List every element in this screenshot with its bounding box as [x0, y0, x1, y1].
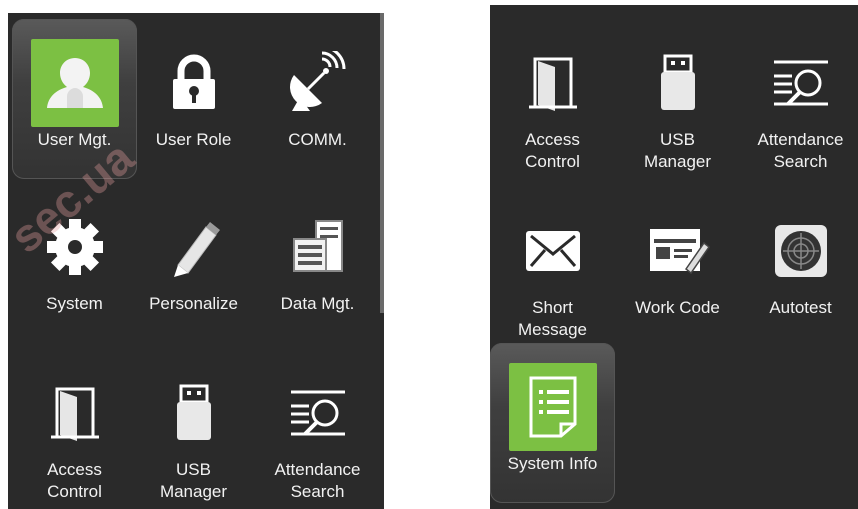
menu-item-label: Short Message [518, 298, 587, 339]
search-lines-icon [773, 60, 828, 106]
pencil-icon [173, 222, 220, 277]
usb-drive-icon [660, 54, 695, 110]
menu-item-autotest[interactable]: Autotest [738, 187, 858, 347]
lock-icon [172, 54, 215, 109]
work-code-icon [649, 229, 710, 275]
menu-item-label: Autotest [769, 298, 832, 317]
menu-item-label: Data Mgt. [280, 294, 355, 313]
menu-item-label: User Role [155, 130, 232, 149]
menu-item-comm[interactable]: COMM. [255, 19, 380, 179]
menu-item-label: System [46, 294, 103, 313]
data-management-icon [292, 220, 343, 272]
target-icon [774, 225, 827, 277]
usb-drive-icon [176, 384, 211, 440]
menu-item-label: System Info [507, 454, 598, 473]
menu-item-user-mgt[interactable]: User Mgt. [12, 19, 137, 179]
menu-item-access-control[interactable]: Access Control [12, 349, 137, 509]
menu-item-user-role[interactable]: User Role [131, 19, 256, 179]
user-icon [46, 58, 103, 108]
main-menu-screen-left: User Mgt. User Role COMM. System Persona… [8, 13, 384, 509]
menu-item-usb-manager[interactable]: USB Manager [131, 349, 256, 509]
scrollbar[interactable] [380, 13, 384, 313]
menu-item-label: USB Manager [159, 460, 228, 501]
menu-item-label: User Mgt. [37, 130, 112, 149]
menu-item-system[interactable]: System [12, 183, 137, 343]
menu-item-work-code[interactable]: Work Code [615, 187, 740, 347]
menu-item-label: Attendance Search [757, 130, 844, 171]
door-icon [528, 57, 577, 111]
menu-item-short-message[interactable]: Short Message [490, 187, 615, 347]
main-menu-screen-right: Access Control USB Manager Attendance Se… [490, 5, 858, 509]
menu-item-label: COMM. [288, 130, 347, 149]
menu-item-usb-manager[interactable]: USB Manager [615, 19, 740, 179]
menu-item-label: Work Code [635, 298, 720, 317]
document-icon [529, 376, 576, 438]
menu-item-personalize[interactable]: Personalize [131, 183, 256, 343]
search-lines-icon [290, 390, 345, 436]
menu-item-system-info[interactable]: System Info [490, 343, 615, 503]
menu-item-access-control[interactable]: Access Control [490, 19, 615, 179]
envelope-icon [525, 231, 580, 271]
menu-item-data-mgt[interactable]: Data Mgt. [255, 183, 380, 343]
menu-item-label: Attendance Search [274, 460, 361, 501]
satellite-dish-icon [289, 51, 345, 111]
gear-icon [46, 219, 103, 275]
door-icon [50, 387, 99, 441]
menu-item-label: Access Control [47, 460, 102, 501]
menu-item-label: Access Control [525, 130, 580, 171]
menu-item-attendance-search[interactable]: Attendance Search [738, 19, 858, 179]
menu-item-label: Personalize [149, 294, 238, 313]
menu-item-attendance-search[interactable]: Attendance Search [255, 349, 380, 509]
menu-item-label: USB Manager [643, 130, 712, 171]
